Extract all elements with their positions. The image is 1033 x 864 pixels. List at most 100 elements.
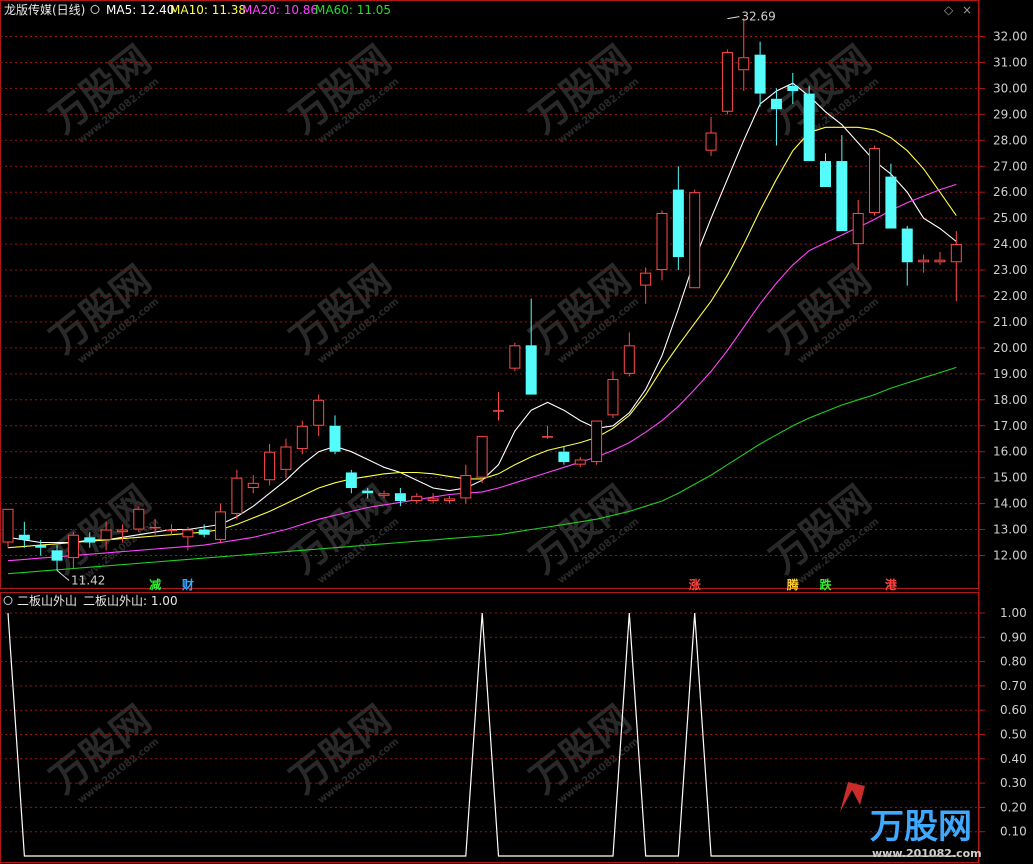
candle-body-down: [18, 534, 30, 540]
candle-body-down: [362, 490, 374, 494]
candle-body-up: [280, 446, 292, 470]
watermark-tile: 万股网www.201082.com: [42, 37, 161, 146]
stock-chart: 万股网www.201082.com 万股网www.201082.com 万股网www…: [0, 0, 1027, 864]
candle: [166, 524, 177, 535]
ma5-label: MA5: 12.40: [106, 3, 174, 17]
candle-body-down: [836, 161, 848, 232]
candle-body-up: [231, 477, 243, 514]
price-tick-label: 20.00: [993, 341, 1027, 355]
watermark-tile: 万股网www.201082.com: [282, 37, 401, 146]
indicator-tick-label: 0.30: [1000, 776, 1027, 790]
candle-body-up: [264, 451, 276, 481]
price-axis: 12.00 13.00 14.00 15.00 16.00 17.00 18.00 19.00…: [979, 30, 1027, 563]
candle: [18, 521, 30, 548]
annotation-label: 11.42: [71, 574, 105, 588]
candle: [264, 443, 276, 486]
price-tick-label: 27.00: [993, 159, 1027, 173]
event-marker[interactable]: 港: [885, 577, 898, 592]
candle-body-up: [738, 57, 750, 71]
candle: [754, 41, 766, 107]
indicator-tick-label: 0.70: [1000, 679, 1027, 693]
close-icon[interactable]: ×: [962, 3, 972, 17]
price-tick-label: 28.00: [993, 133, 1027, 147]
candle: [738, 18, 750, 91]
indicator-tick-label: 0.40: [1000, 752, 1027, 766]
candle-body-down: [84, 537, 96, 543]
candle-body-up: [656, 212, 668, 271]
candle-body-down: [558, 451, 570, 463]
candle-body-up: [869, 148, 881, 213]
settings-diamond-icon[interactable]: ◇: [944, 3, 954, 17]
candle: [525, 298, 537, 395]
candle-body-up: [443, 498, 455, 502]
header-toggle-icon[interactable]: [90, 5, 100, 14]
watermark-layer: 万股网www.201082.com 万股网www.201082.com 万股网www…: [42, 37, 881, 806]
indicator-value: 二板山外山: 1.00: [83, 594, 178, 608]
watermark-tile: 万股网www.201082.com: [522, 37, 641, 146]
candle-body-up: [182, 529, 194, 538]
candle-body-up: [623, 345, 635, 374]
indicator-tick-label: 0.10: [1000, 825, 1027, 839]
candle: [934, 251, 946, 265]
candle: [493, 392, 504, 421]
indicator-title[interactable]: 二板山外山: [17, 594, 77, 608]
annotation-label: 32.69: [741, 10, 775, 24]
event-markers[interactable]: 减财涨腾跌港: [149, 577, 898, 592]
candle-body-up: [411, 495, 423, 502]
watermark-tile: 万股网www.201082.com: [42, 697, 161, 806]
candle: [443, 495, 455, 504]
candle-body-up: [100, 529, 112, 540]
indicator-toggle-icon[interactable]: [3, 596, 13, 605]
watermark-tile: 万股网www.201082.com: [282, 257, 401, 366]
price-tick-label: 22.00: [993, 289, 1027, 303]
candle: [215, 503, 227, 543]
candle: [820, 153, 831, 188]
watermark-tile: 万股网www.201082.com: [42, 257, 161, 366]
candle-body-down: [901, 228, 913, 263]
candle: [705, 116, 717, 156]
candle: [509, 342, 521, 372]
candle-body-up: [607, 379, 619, 416]
price-tick-label: 14.00: [993, 497, 1027, 511]
candle-body-up: [247, 482, 259, 489]
candle-body-up: [67, 534, 79, 559]
candle-body-down: [787, 85, 799, 91]
candle-body-up: [493, 410, 504, 412]
candle-body-up: [133, 508, 145, 530]
candle-body-down: [35, 545, 47, 548]
candle-body-up: [918, 259, 930, 263]
event-marker[interactable]: 腾: [786, 577, 800, 592]
candle-body-up: [149, 526, 161, 529]
candle: [689, 189, 701, 289]
candle: [427, 493, 439, 504]
candle-body-up: [427, 498, 439, 502]
watermark-tile: 万股网www.201082.com: [762, 37, 881, 146]
event-marker[interactable]: 涨: [689, 577, 701, 592]
candle: [656, 210, 668, 281]
candle-body-up: [313, 399, 325, 426]
watermark-tile: 万股网www.201082.com: [282, 697, 401, 806]
candle: [950, 231, 962, 302]
candle-body-down: [525, 345, 537, 395]
candle: [607, 371, 619, 418]
price-annotation: 32.69: [727, 10, 776, 24]
candle: [672, 166, 684, 271]
candle: [133, 506, 145, 533]
candle-body-up: [640, 272, 652, 286]
candle-body-up: [215, 511, 227, 540]
candle: [623, 332, 635, 377]
event-marker[interactable]: 财: [181, 577, 194, 592]
candle: [280, 438, 292, 478]
event-marker[interactable]: 减: [149, 577, 161, 592]
price-tick-label: 16.00: [993, 445, 1027, 459]
stock-title[interactable]: 龙版传媒(日线): [4, 2, 85, 17]
brand-logo: 万股网 www.201082.com: [840, 782, 982, 860]
watermark-tile: 万股网www.201082.com: [522, 477, 641, 586]
price-tick-label: 24.00: [993, 237, 1027, 251]
candle: [640, 267, 652, 304]
price-tick-label: 23.00: [993, 263, 1027, 277]
event-marker[interactable]: 跌: [820, 577, 833, 592]
candle-body-up: [591, 420, 603, 463]
indicator-tick-label: 0.20: [1000, 800, 1027, 814]
candle-body-down: [198, 529, 210, 535]
